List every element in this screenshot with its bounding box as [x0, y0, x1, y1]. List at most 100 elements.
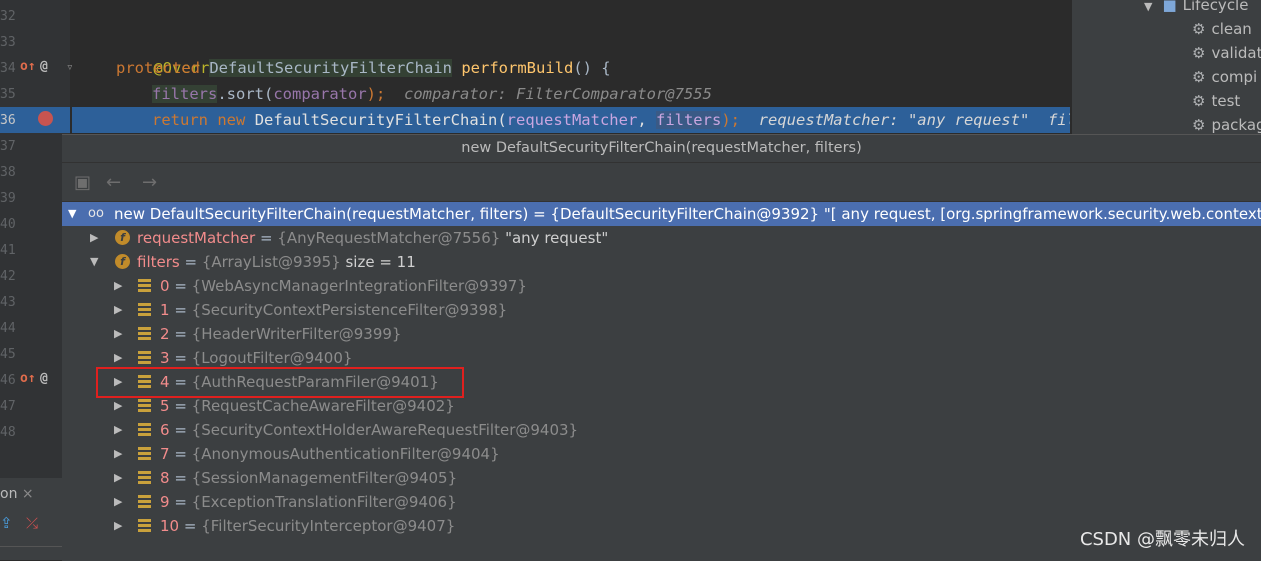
equals: = — [169, 325, 192, 343]
override-up-icon[interactable]: o↑ — [20, 371, 36, 386]
line-number: 40 — [0, 217, 16, 232]
field-name: comparator — [273, 85, 367, 103]
keyword: return — [152, 111, 208, 129]
list-item[interactable]: ▶ 0 = {WebAsyncManagerIntegrationFilter@… — [62, 274, 1261, 298]
list-item[interactable]: ▶ 6 = {SecurityContextHolderAwareRequest… — [62, 418, 1261, 442]
code-line: return new DefaultSecurityFilterChain(re… — [152, 107, 1070, 133]
expand-arrow-icon[interactable]: ▶ — [114, 514, 122, 538]
root-text: new DefaultSecurityFilterChain(requestMa… — [114, 202, 1261, 226]
code-line: protected DefaultSecurityFilterChain per… — [116, 55, 611, 81]
debug-tool-tab[interactable]: on × ⇪ ⤰ — [0, 478, 62, 560]
method-name: performBuild — [461, 59, 574, 77]
row-text: filters = {ArrayList@9395} size = 11 — [137, 250, 416, 274]
row-text: 0 = {WebAsyncManagerIntegrationFilter@93… — [160, 274, 527, 298]
watch-folder-icon[interactable]: ▣ — [74, 172, 91, 193]
row-text: 2 = {HeaderWriterFilter@9399} — [160, 322, 401, 346]
item-ref: {AnonymousAuthenticationFilter@9404} — [191, 445, 500, 463]
highlight-box — [96, 367, 464, 398]
equals: = — [169, 493, 192, 511]
tool-tab-label[interactable]: on × — [0, 486, 34, 502]
lifecycle-item-label: clean — [1211, 20, 1252, 38]
expand-arrow-icon[interactable]: ▶ — [114, 274, 122, 298]
list-item[interactable]: ▶ 7 = {AnonymousAuthenticationFilter@940… — [62, 442, 1261, 466]
collapse-arrow-icon[interactable]: ▼ — [90, 250, 98, 274]
list-element-icon — [138, 303, 151, 317]
list-item[interactable]: ▶ 2 = {HeaderWriterFilter@9399} — [62, 322, 1261, 346]
expand-arrow-icon[interactable]: ▶ — [114, 322, 122, 346]
inline-debug-hint: requestMatcher: "any request" filter — [758, 111, 1070, 129]
lifecycle-item-clean[interactable]: ⚙ clean — [1192, 20, 1252, 38]
override-up-icon[interactable]: o↑ — [20, 59, 36, 74]
evaluate-popup[interactable]: new DefaultSecurityFilterChain(requestMa… — [62, 134, 1261, 561]
equals: = — [179, 517, 202, 535]
line-number: 42 — [0, 269, 16, 284]
equals: = — [255, 229, 278, 247]
expand-arrow-icon[interactable]: ▶ — [114, 442, 122, 466]
equals: = — [169, 277, 192, 295]
line-number: 45 — [0, 347, 16, 362]
expand-arrow-icon[interactable]: ▶ — [114, 298, 122, 322]
line-number: 35 — [0, 87, 16, 102]
line-number: 36 — [0, 113, 16, 128]
line-number: 34 — [0, 61, 16, 76]
item-ref: {FilterSecurityInterceptor@9407} — [201, 517, 456, 535]
lifecycle-item-package[interactable]: ⚙ packag — [1192, 116, 1261, 134]
item-ref: {HeaderWriterFilter@9399} — [191, 325, 402, 343]
item-ref: {SessionManagementFilter@9405} — [191, 469, 458, 487]
line-number: 39 — [0, 191, 16, 206]
field-icon: f — [115, 230, 130, 245]
close-icon[interactable]: × — [22, 486, 34, 502]
lifecycle-item-label: test — [1211, 92, 1241, 110]
forward-arrow-icon[interactable]: → — [142, 172, 157, 193]
tree-row-root[interactable]: ▼ oo new DefaultSecurityFilterChain(requ… — [62, 202, 1261, 226]
lifecycle-item-test[interactable]: ⚙ test — [1192, 92, 1240, 110]
item-ref: {RequestCacheAwareFilter@9402} — [191, 397, 455, 415]
list-element-icon — [138, 351, 151, 365]
item-index: 9 — [160, 493, 170, 511]
row-text: 6 = {SecurityContextHolderAwareRequestFi… — [160, 418, 578, 442]
item-index: 2 — [160, 325, 170, 343]
list-item[interactable]: ▶ 8 = {SessionManagementFilter@9405} — [62, 466, 1261, 490]
code-text: .sort( — [217, 85, 274, 103]
list-element-icon — [138, 423, 151, 437]
lifecycle-item-validate[interactable]: ⚙ validat — [1192, 44, 1261, 62]
row-text: 9 = {ExceptionTranslationFilter@9406} — [160, 490, 457, 514]
cancel-icon[interactable]: ⤰ — [26, 514, 38, 532]
keyword: protected — [116, 59, 200, 77]
code-editor[interactable]: @Override protected DefaultSecurityFilte… — [72, 0, 1070, 134]
equals: = — [169, 445, 192, 463]
root-value: {DefaultSecurityFilterChain@9392} "[ any… — [550, 205, 1261, 223]
lifecycle-node[interactable]: ▼ ■ Lifecycle — [1144, 0, 1248, 14]
row-text: 10 = {FilterSecurityInterceptor@9407} — [160, 514, 455, 538]
tree-row-filters[interactable]: ▼ f filters = {ArrayList@9395} size = 11 — [62, 250, 1261, 274]
expand-arrow-icon[interactable]: ▼ — [1144, 0, 1152, 13]
expand-arrow-icon[interactable]: ▶ — [114, 490, 122, 514]
tree-row-request-matcher[interactable]: ▶ f requestMatcher = {AnyRequestMatcher@… — [62, 226, 1261, 250]
back-arrow-icon[interactable]: ← — [106, 172, 121, 193]
line-number: 41 — [0, 243, 16, 258]
equals: = — [179, 253, 202, 271]
breakpoint-icon[interactable] — [38, 111, 53, 126]
annotation-icon: @ — [40, 371, 48, 386]
line-number: 44 — [0, 321, 16, 336]
list-item[interactable]: ▶ 1 = {SecurityContextPersistenceFilter@… — [62, 298, 1261, 322]
item-index: 7 — [160, 445, 170, 463]
code-line: filters.sort(comparator); comparator: Fi… — [152, 81, 712, 107]
collapse-arrow-icon[interactable]: ▼ — [68, 202, 76, 226]
item-index: 0 — [160, 277, 170, 295]
code-line: @Override — [116, 29, 237, 77]
var-string: "any request" — [500, 229, 609, 247]
lifecycle-item-compile[interactable]: ⚙ compi — [1192, 68, 1257, 86]
upload-icon[interactable]: ⇪ — [0, 514, 13, 532]
code-text: () { — [573, 59, 611, 77]
lifecycle-item-label: validat — [1211, 44, 1261, 62]
expand-arrow-icon[interactable]: ▶ — [114, 466, 122, 490]
line-number: 43 — [0, 295, 16, 310]
expand-arrow-icon[interactable]: ▶ — [90, 226, 98, 250]
list-element-icon — [138, 519, 151, 533]
editor-gutter: 32 33 34 35 36 37 38 39 40 41 42 43 44 4… — [0, 0, 74, 560]
var-ref: {ArrayList@9395} — [201, 253, 341, 271]
expand-arrow-icon[interactable]: ▶ — [114, 418, 122, 442]
list-item[interactable]: ▶ 9 = {ExceptionTranslationFilter@9406} — [62, 490, 1261, 514]
line-number: 37 — [0, 139, 16, 154]
